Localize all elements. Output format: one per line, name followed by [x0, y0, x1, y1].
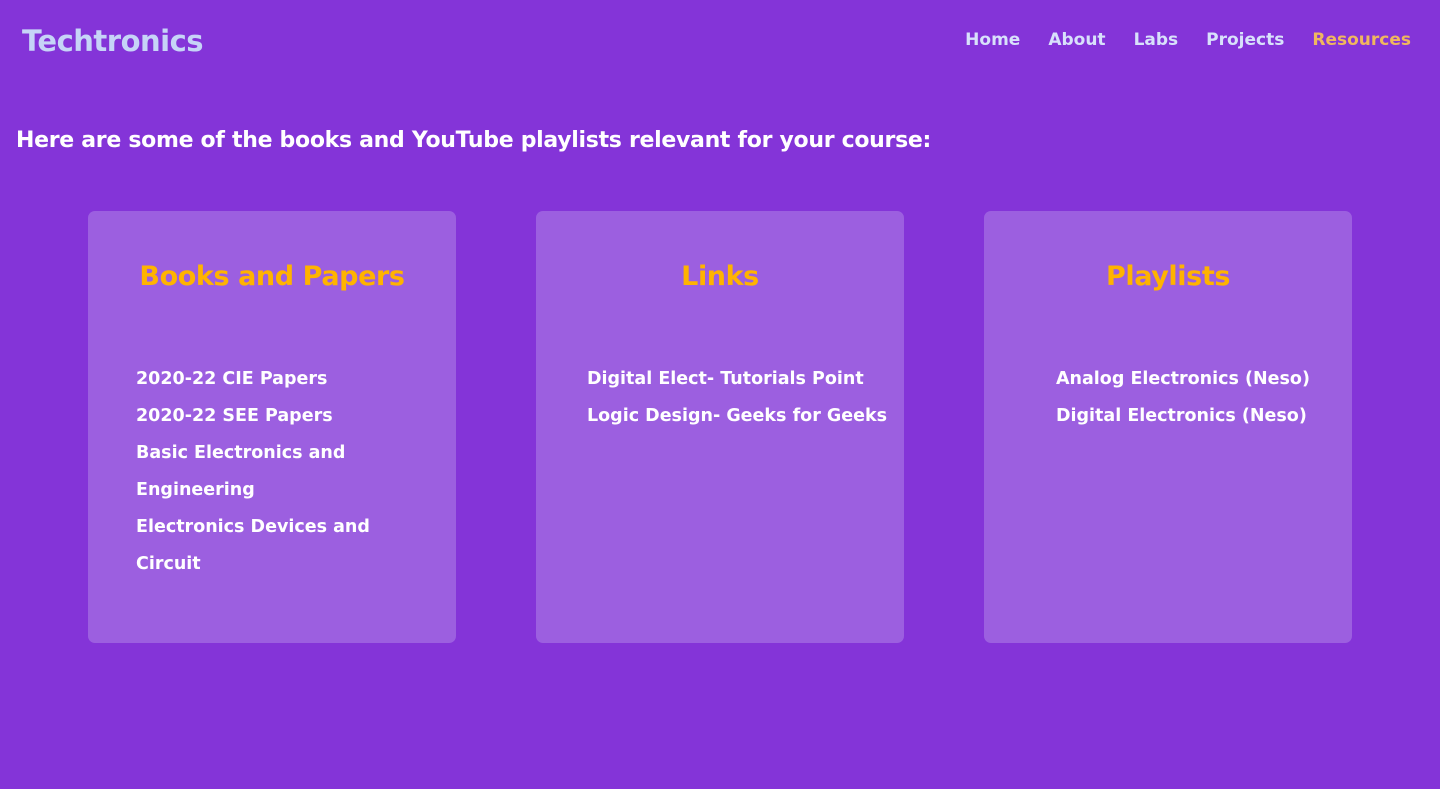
list-item: Digital Electronics (Neso)	[1056, 398, 1346, 435]
resource-link[interactable]: 2020-22 CIE Papers	[136, 369, 327, 389]
list-item: Analog Electronics (Neso)	[1056, 361, 1346, 398]
resource-link[interactable]: Electronics Devices and Circuit	[136, 517, 370, 574]
brand-logo[interactable]: Techtronics	[22, 24, 204, 58]
list-item: 2020-22 SEE Papers	[136, 398, 396, 435]
card-title: Books and Papers	[139, 261, 405, 292]
resource-link[interactable]: Analog Electronics (Neso)	[1056, 369, 1310, 389]
links-card: Links Digital Elect- Tutorials Point Log…	[536, 211, 904, 643]
playlists-list: Analog Electronics (Neso) Digital Electr…	[1056, 361, 1346, 435]
main-nav: Home About Labs Projects Resources	[937, 30, 1411, 50]
nav-resources-link[interactable]: Resources	[1312, 30, 1411, 50]
list-item: Logic Design- Geeks for Geeks	[587, 398, 897, 435]
list-item: 2020-22 CIE Papers	[136, 361, 396, 398]
card-title: Playlists	[1106, 261, 1230, 292]
card-title: Links	[681, 261, 759, 292]
resource-link[interactable]: 2020-22 SEE Papers	[136, 406, 333, 426]
page: Techtronics Home About Labs Projects Res…	[0, 0, 1440, 789]
intro-text: Here are some of the books and YouTube p…	[16, 128, 932, 153]
list-item: Basic Electronics and Engineering	[136, 435, 396, 509]
nav-labs-link[interactable]: Labs	[1134, 30, 1179, 50]
nav-projects-link[interactable]: Projects	[1206, 30, 1284, 50]
links-list: Digital Elect- Tutorials Point Logic Des…	[587, 361, 897, 435]
list-item: Digital Elect- Tutorials Point	[587, 361, 897, 398]
resource-link[interactable]: Basic Electronics and Engineering	[136, 443, 345, 500]
nav-home-link[interactable]: Home	[965, 30, 1020, 50]
resource-link[interactable]: Logic Design- Geeks for Geeks	[587, 406, 887, 426]
nav-about-link[interactable]: About	[1048, 30, 1105, 50]
resource-link[interactable]: Digital Elect- Tutorials Point	[587, 369, 864, 389]
playlists-card: Playlists Analog Electronics (Neso) Digi…	[984, 211, 1352, 643]
resource-link[interactable]: Digital Electronics (Neso)	[1056, 406, 1307, 426]
list-item: Electronics Devices and Circuit	[136, 509, 396, 583]
books-list: 2020-22 CIE Papers 2020-22 SEE Papers Ba…	[136, 361, 396, 583]
books-card: Books and Papers 2020-22 CIE Papers 2020…	[88, 211, 456, 643]
